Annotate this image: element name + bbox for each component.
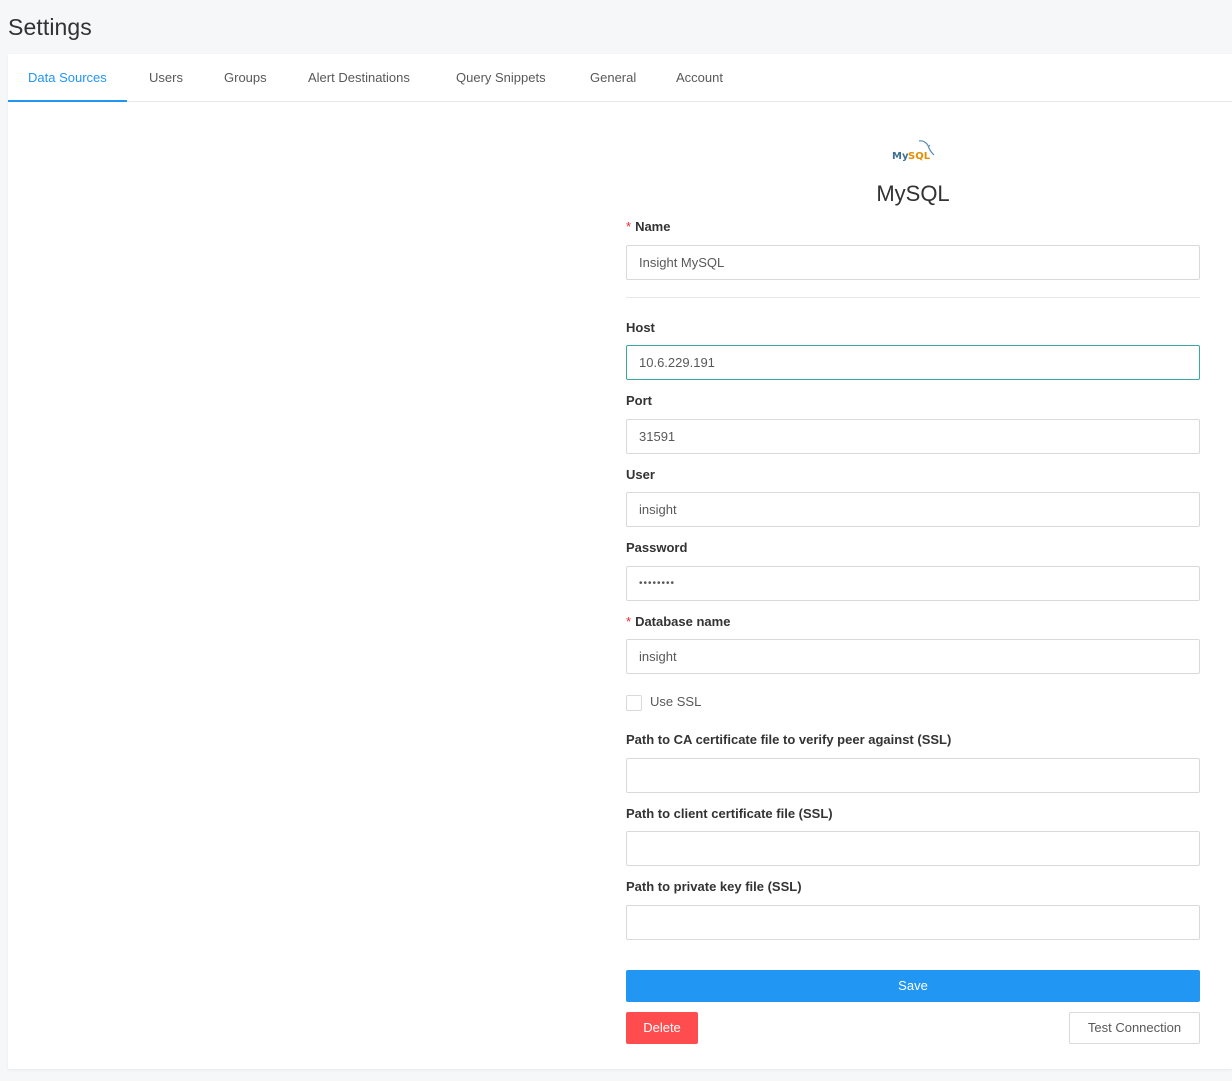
save-button[interactable]: Save [626, 970, 1200, 1002]
dbname-label: * Database name [626, 614, 731, 629]
use-ssl-label[interactable]: Use SSL [650, 694, 701, 709]
ssl-ca-field[interactable] [626, 758, 1200, 793]
svg-text:My: My [892, 151, 909, 162]
dbname-field[interactable]: insight [626, 639, 1200, 674]
test-connection-button[interactable]: Test Connection [1069, 1012, 1200, 1044]
datasource-title: MySQL [876, 181, 950, 206]
ssl-ca-label: Path to CA certificate file to verify pe… [626, 732, 952, 747]
tab-groups[interactable]: Groups [204, 54, 287, 102]
use-ssl-checkbox[interactable] [626, 695, 642, 711]
host-field[interactable]: 10.6.229.191 [626, 345, 1200, 380]
name-field[interactable]: Insight MySQL [626, 245, 1200, 280]
ssl-key-label: Path to private key file (SSL) [626, 879, 802, 894]
password-label: Password [626, 540, 688, 555]
mysql-logo: My SQL [892, 140, 935, 162]
svg-text:SQL: SQL [908, 151, 931, 162]
page-title: Settings [8, 14, 92, 40]
ssl-key-field[interactable] [626, 905, 1200, 940]
tab-alert-destinations[interactable]: Alert Destinations [288, 54, 430, 102]
port-field[interactable]: 31591 [626, 419, 1200, 454]
tab-users[interactable]: Users [129, 54, 203, 102]
required-mark: * [626, 614, 632, 629]
user-field[interactable]: insight [626, 492, 1200, 527]
divider [626, 297, 1200, 298]
required-mark: * [626, 219, 632, 234]
host-label: Host [626, 320, 655, 335]
user-label: User [626, 467, 655, 482]
settings-card: Data Sources Users Groups Alert Destinat… [8, 54, 1232, 1069]
password-field[interactable]: •••••••• [626, 566, 1200, 601]
name-label: * Name [626, 219, 671, 234]
tab-account[interactable]: Account [656, 54, 743, 102]
tab-query-snippets[interactable]: Query Snippets [436, 54, 566, 102]
tab-general[interactable]: General [570, 54, 656, 102]
ssl-cert-label: Path to client certificate file (SSL) [626, 806, 833, 821]
delete-button[interactable]: Delete [626, 1012, 698, 1044]
tab-data-sources[interactable]: Data Sources [8, 54, 127, 102]
ssl-cert-field[interactable] [626, 831, 1200, 866]
settings-tabs: Data Sources Users Groups Alert Destinat… [8, 54, 1232, 102]
port-label: Port [626, 393, 652, 408]
